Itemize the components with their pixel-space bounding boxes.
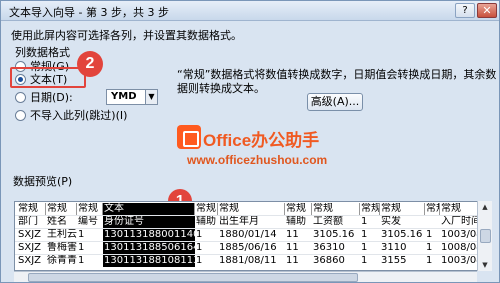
date-format-select[interactable]: YMD ▼ [106, 89, 158, 105]
preview-cell[interactable]: 工资额 [312, 216, 360, 228]
preview-cell[interactable]: 1 [195, 255, 218, 267]
preview-cell[interactable]: 3105.16 [380, 229, 425, 241]
scroll-down-icon[interactable]: ▼ [478, 259, 492, 271]
preview-cell[interactable]: 11 [285, 242, 312, 254]
row-divider [15, 254, 491, 255]
column-format-header[interactable]: 常规 [195, 203, 218, 215]
horizontal-scrollbar[interactable] [14, 271, 477, 282]
close-button[interactable]: ✕ [477, 3, 497, 18]
preview-cell[interactable]: 徐青青 [46, 255, 77, 267]
preview-cell[interactable]: 出生年月 [218, 216, 285, 228]
preview-cell[interactable]: 1 [195, 229, 218, 241]
preview-cell[interactable]: 1885/06/16 [218, 242, 285, 254]
preview-cell[interactable]: 3105.16 [312, 229, 360, 241]
preview-cell[interactable]: 身份证号 [103, 216, 195, 228]
text-option-highlight [10, 67, 86, 88]
watermark-url: www.officezhushou.com [187, 153, 328, 167]
column-format-header[interactable]: 常规 [46, 203, 77, 215]
preview-cell[interactable]: 3110 [380, 242, 425, 254]
preview-cell[interactable]: SXJZ [17, 229, 46, 241]
instruction-text: 使用此屏内容可选择各列，并设置其数据格式。 [11, 29, 242, 42]
preview-cell[interactable]: 1 [77, 255, 103, 267]
preview-cell[interactable]: 3155 [380, 255, 425, 267]
dialog-title: 文本导入向导 - 第 3 步，共 3 步 [9, 6, 169, 19]
office-logo-icon [177, 125, 201, 149]
radio-skip-column[interactable]: 不导入此列(跳过)(I) [15, 108, 127, 122]
watermark-logo: Office办公助手 [177, 123, 327, 151]
preview-cell[interactable]: 1880/01/14 [218, 229, 285, 241]
preview-cell[interactable]: 11 [285, 229, 312, 241]
preview-cell[interactable]: 编号 [77, 216, 103, 228]
preview-cell[interactable]: 1 [360, 255, 380, 267]
preview-cell[interactable]: 1 [425, 255, 440, 267]
row-divider [15, 215, 491, 216]
radio-date-circle[interactable] [15, 91, 26, 103]
preview-cell[interactable]: 辅助 [285, 216, 312, 228]
preview-cell[interactable]: 1 [425, 229, 440, 241]
vertical-scrollbar[interactable]: ▲ ▼ [477, 201, 492, 271]
watermark-title: Office办公助手 [203, 131, 320, 150]
advanced-button[interactable]: 高级(A)... [307, 93, 363, 111]
title-bar: 文本导入向导 - 第 3 步，共 3 步 ? ✕ [1, 1, 499, 21]
format-description: “常规”数据格式将数值转换成数字，日期值会转换成日期，其余数据则转换成文本。 [177, 68, 497, 95]
preview-cell[interactable]: 1 [77, 229, 103, 241]
radio-date-label: 日期(D): [30, 91, 73, 104]
radio-skip-label: 不导入此列(跳过)(I) [30, 109, 128, 122]
preview-cell[interactable]: 1881/08/11 [218, 255, 285, 267]
column-format-header[interactable]: 常规 [380, 203, 425, 215]
row-divider [15, 228, 491, 229]
preview-cell[interactable]: 鲁梅害 [46, 242, 77, 254]
column-format-header[interactable]: 文本 [103, 203, 195, 215]
preview-cell[interactable]: 姓名 [46, 216, 77, 228]
date-format-value: YMD [111, 91, 137, 102]
preview-cell[interactable]: 王利云 [46, 229, 77, 241]
column-format-header[interactable]: 常规 [425, 203, 440, 215]
step-2-badge: 2 [77, 51, 103, 77]
text-import-wizard-dialog: 文本导入向导 - 第 3 步，共 3 步 ? ✕ 使用此屏内容可选择各列，并设置… [0, 0, 500, 283]
preview-cell[interactable]: 1 [425, 242, 440, 254]
preview-cell[interactable]: 36310 [312, 242, 360, 254]
preview-cell[interactable]: 130113188108113314 [103, 255, 195, 267]
preview-cell[interactable]: 实发 [380, 216, 425, 228]
column-format-header[interactable]: 常规 [312, 203, 360, 215]
preview-cell[interactable]: 11 [285, 255, 312, 267]
scroll-up-icon[interactable]: ▲ [478, 201, 492, 213]
data-preview-grid[interactable]: 常规常规常规文本常规常规常规常规常规常规常规常规部门姓名编号身份证号辅助出生年月… [14, 201, 492, 271]
preview-cell[interactable]: 辅助 [195, 216, 218, 228]
data-preview-label: 数据预览(P) [13, 175, 73, 188]
horizontal-scroll-thumb[interactable] [28, 273, 358, 282]
row-divider [15, 241, 491, 242]
column-format-header[interactable]: 常规 [360, 203, 380, 215]
preview-cell[interactable] [425, 216, 440, 228]
preview-cell[interactable]: 1 [77, 242, 103, 254]
radio-skip-circle[interactable] [15, 109, 26, 121]
preview-cell[interactable]: 1 [360, 229, 380, 241]
column-format-header[interactable]: 常规 [218, 203, 285, 215]
preview-cell[interactable]: SXJZ [17, 242, 46, 254]
preview-cell[interactable]: 130113188506164548 [103, 242, 195, 254]
column-format-header[interactable]: 常规 [285, 203, 312, 215]
radio-date[interactable]: 日期(D): [15, 90, 73, 104]
preview-cell[interactable]: 部门 [17, 216, 46, 228]
chevron-down-icon[interactable]: ▼ [145, 90, 157, 104]
column-format-header[interactable]: 常规 [77, 203, 103, 215]
preview-cell[interactable]: SXJZ [17, 255, 46, 267]
preview-cell[interactable]: 36860 [312, 255, 360, 267]
vertical-scroll-thumb[interactable] [480, 229, 491, 243]
preview-cell[interactable]: 1 [360, 216, 380, 228]
preview-cell[interactable]: 130113188001140046 [103, 229, 195, 241]
preview-cell[interactable]: 1 [195, 242, 218, 254]
preview-cell[interactable]: 1 [360, 242, 380, 254]
column-format-header[interactable]: 常规 [17, 203, 46, 215]
help-button[interactable]: ? [455, 3, 475, 18]
